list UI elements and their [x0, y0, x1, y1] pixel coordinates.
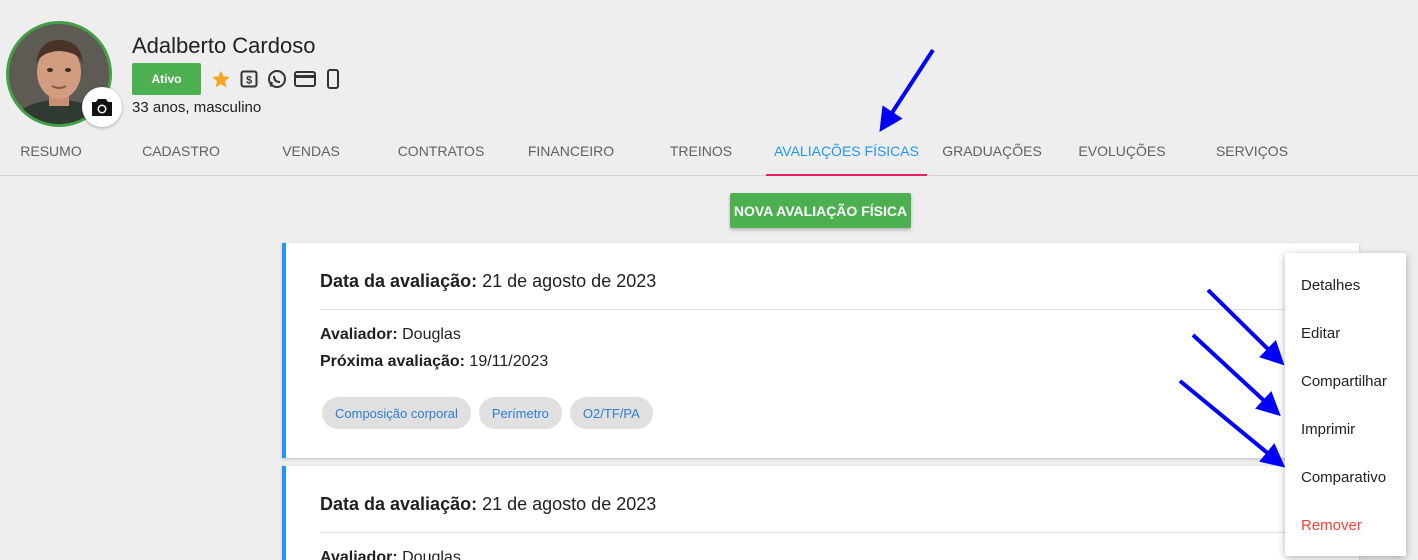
tab-evolucoes[interactable]: EVOLUÇÕES: [1059, 128, 1185, 176]
menu-item-comparativo[interactable]: Comparativo: [1301, 469, 1386, 486]
evaluator-line: Avaliador: Douglas: [320, 549, 461, 560]
menu-item-imprimir[interactable]: Imprimir: [1301, 421, 1355, 438]
chip-composicao-corporal[interactable]: Composição corporal: [322, 397, 471, 429]
evaluation-card: Data da avaliação: 21 de agosto de 2023 …: [282, 243, 1359, 458]
tab-resumo[interactable]: RESUMO: [0, 128, 102, 176]
menu-item-remover[interactable]: Remover: [1301, 517, 1362, 534]
tab-avaliacoes-fisicas[interactable]: AVALIAÇÕES FÍSICAS: [766, 128, 927, 176]
evaluation-date: Data da avaliação: 21 de agosto de 2023: [320, 494, 656, 515]
evaluator-value: Douglas: [402, 326, 461, 343]
evaluation-date-value: 21 de agosto de 2023: [482, 494, 657, 514]
camera-icon: [92, 99, 112, 116]
evaluation-date-label: Data da avaliação:: [320, 494, 478, 514]
tab-cadastro[interactable]: CADASTRO: [118, 128, 244, 176]
next-evaluation-line: Próxima avaliação: 19/11/2023: [320, 353, 548, 371]
svg-text:$: $: [246, 75, 252, 87]
evaluator-label: Avaliador:: [320, 549, 398, 560]
profile-tabs: RESUMO CADASTRO VENDAS CONTRATOS FINANCE…: [0, 128, 1418, 176]
card-divider: [320, 309, 1359, 310]
next-evaluation-value: 19/11/2023: [469, 353, 549, 370]
evaluator-line: Avaliador: Douglas: [320, 326, 461, 344]
tab-servicos[interactable]: SERVIÇOS: [1189, 128, 1315, 176]
card-divider: [320, 532, 1359, 533]
mobile-phone-icon[interactable]: [322, 68, 344, 90]
menu-item-editar[interactable]: Editar: [1301, 325, 1340, 342]
next-evaluation-label: Próxima avaliação:: [320, 353, 465, 370]
evaluation-tags: Composição corporal Perímetro O2/TF/PA: [322, 397, 653, 429]
tab-contratos[interactable]: CONTRATOS: [378, 128, 504, 176]
evaluation-date: Data da avaliação: 21 de agosto de 2023: [320, 271, 656, 292]
dollar-icon[interactable]: $: [238, 68, 260, 90]
profile-age-gender: 33 anos, masculino: [132, 99, 262, 116]
tab-vendas[interactable]: VENDAS: [248, 128, 374, 176]
evaluator-value: Douglas: [402, 549, 461, 560]
new-evaluation-button[interactable]: NOVA AVALIAÇÃO FÍSICA: [730, 193, 911, 228]
evaluation-date-label: Data da avaliação:: [320, 271, 478, 291]
tab-treinos[interactable]: TREINOS: [638, 128, 764, 176]
profile-actions: Ativo $: [132, 63, 344, 95]
profile-name: Adalberto Cardoso: [132, 33, 316, 58]
evaluator-label: Avaliador:: [320, 326, 398, 343]
chip-o2-tf-pa[interactable]: O2/TF/PA: [569, 397, 653, 429]
tab-graduacoes[interactable]: GRADUAÇÕES: [929, 128, 1055, 176]
menu-item-compartilhar[interactable]: Compartilhar: [1301, 373, 1387, 390]
arrow-to-tab-icon: [879, 48, 935, 133]
evaluation-actions-menu: Detalhes Editar Compartilhar Imprimir Co…: [1285, 253, 1406, 556]
whatsapp-icon[interactable]: [266, 68, 288, 90]
change-photo-button[interactable]: [82, 87, 122, 127]
star-icon[interactable]: [210, 68, 232, 90]
evaluation-card: Data da avaliação: 21 de agosto de 2023 …: [282, 466, 1359, 560]
tab-financeiro[interactable]: FINANCEIRO: [508, 128, 634, 176]
chip-perimetro[interactable]: Perímetro: [478, 397, 562, 429]
credit-card-icon[interactable]: [294, 68, 316, 90]
status-button[interactable]: Ativo: [132, 63, 201, 95]
menu-item-detalhes[interactable]: Detalhes: [1301, 277, 1360, 294]
evaluation-date-value: 21 de agosto de 2023: [482, 271, 657, 291]
